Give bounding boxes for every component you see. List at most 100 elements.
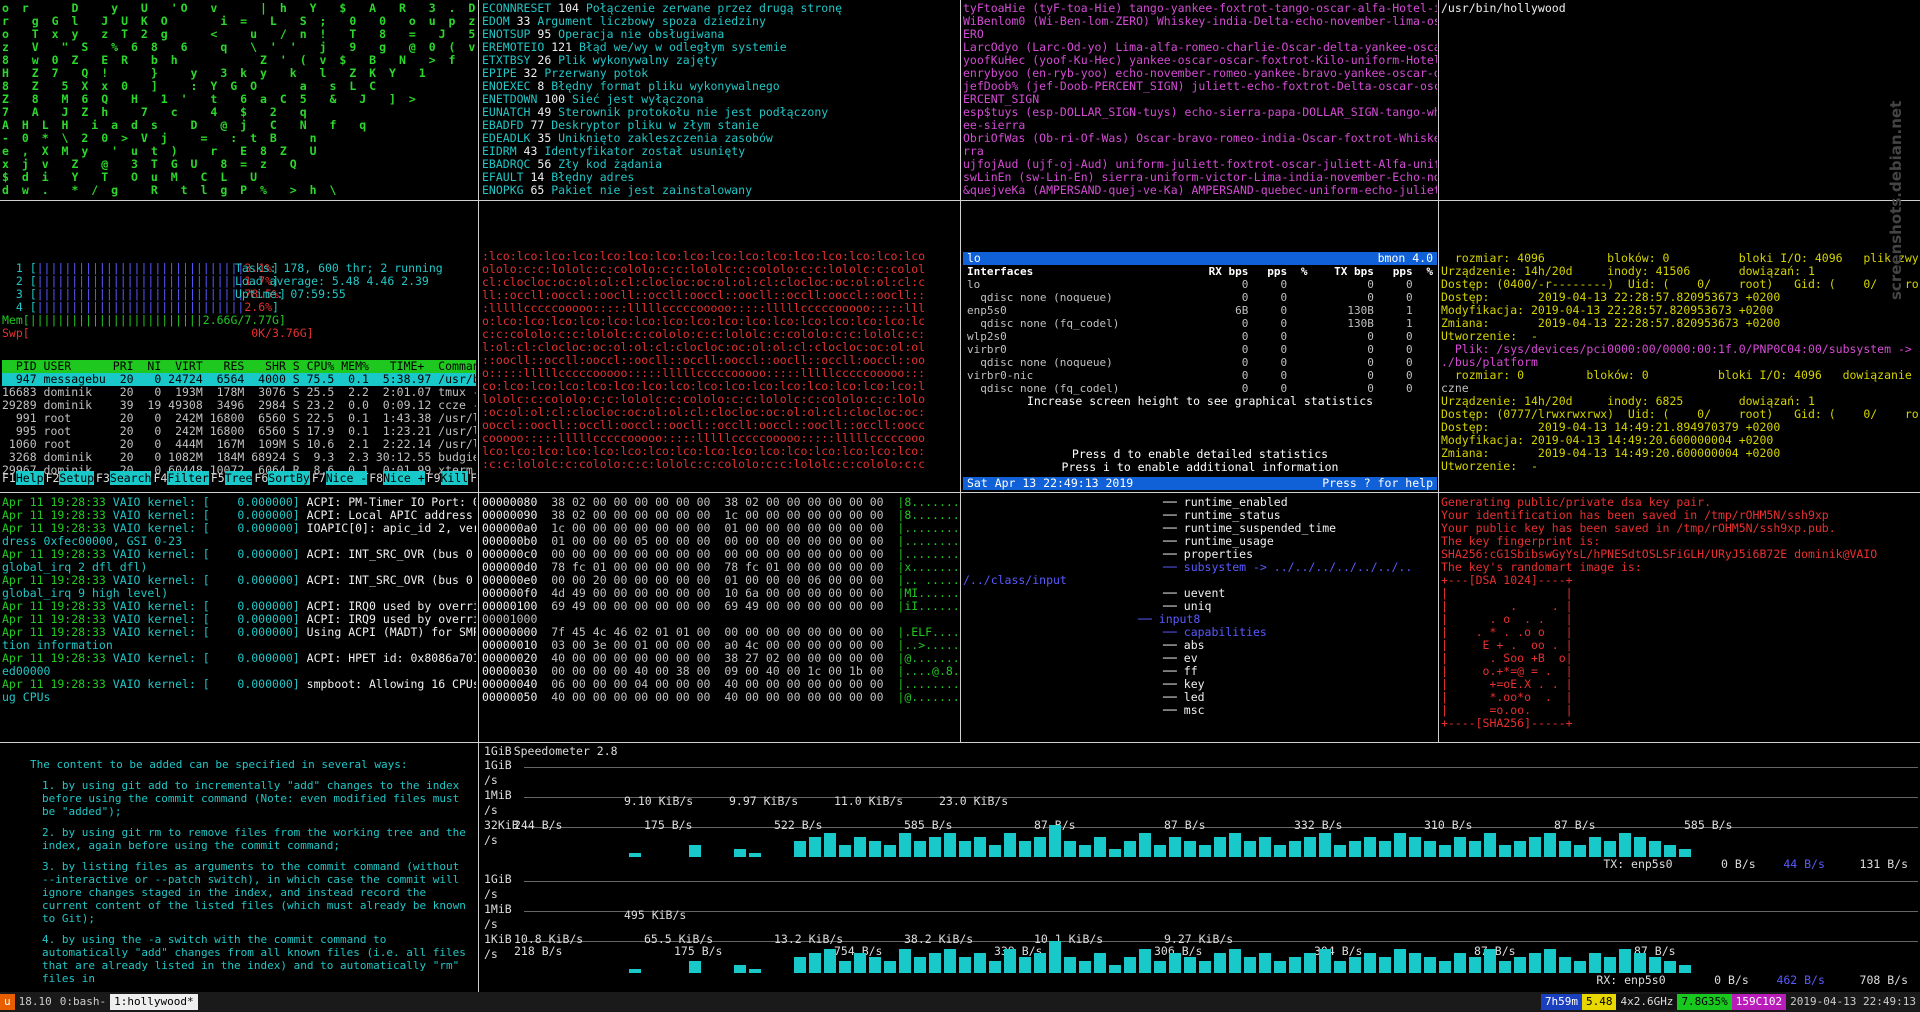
speed-bar — [1214, 837, 1226, 857]
bmon-row[interactable]: wlp2s0 0 0 0 0 — [963, 330, 1437, 343]
speed-bar — [1589, 837, 1601, 857]
errno-number: 65 — [530, 183, 552, 197]
htop-fkey-quit[interactable]: F10Quit — [470, 472, 476, 485]
hexdump-row: 00000050 40 00 00 00 00 00 00 00 40 00 0… — [482, 691, 958, 704]
htop-fkey-kill[interactable]: F9Kill — [426, 471, 469, 485]
nato-pane: tyFtoaHie (tyF-toa-Hie) tango-yankee-fox… — [963, 2, 1437, 198]
errno-code: EPIPE — [482, 66, 524, 80]
htop-fkey-nice[interactable]: F8Nice + — [369, 471, 425, 485]
errno-code: EFAULT — [482, 170, 531, 184]
speed-bar — [1274, 845, 1286, 857]
status-u: u — [0, 994, 15, 1010]
speed-bar — [794, 841, 806, 857]
nato-row: ObriOfWas (Ob-ri-Of-Was) Oscar-bravo-rom… — [963, 131, 1437, 145]
htop-fkey-setup[interactable]: F2Setup — [45, 471, 95, 485]
bmon-cell — [1291, 317, 1311, 330]
htop-function-keys[interactable]: F1Help F2Setup F3Search F4Filter F5Tree F6Sor… — [2, 471, 476, 485]
path-pane: /usr/bin/hollywood — [1441, 2, 1918, 198]
bmon-row[interactable]: qdisc none (fq_codel) 0 0 130B 1 — [963, 317, 1437, 330]
hex-bytes: 00 00 00 00 00 00 00 00 00 00 00 00 00 0… — [537, 547, 898, 561]
errno-message: Sieć jest wyłączona — [572, 92, 704, 106]
bmon-table[interactable]: Interfaces RX bps pps% TX bps pps% lo 0 0 0 0 qdi… — [963, 265, 1437, 395]
speedometer-tx-graph: 1GiB/s 1MiB/s 32KiB/s 9.10 KiB/s 9.97 KiB/s 1… — [484, 759, 1918, 871]
fkey-key: F9 — [426, 471, 441, 485]
htop-fkey-help[interactable]: F1Help — [2, 471, 44, 485]
hex-bytes: 01 00 00 00 05 00 00 00 00 00 00 00 00 0… — [537, 534, 898, 548]
bmon-help[interactable]: Press ? for help — [1322, 477, 1433, 490]
bmon-row[interactable]: virbr0 0 0 0 0 — [963, 343, 1437, 356]
hex-offset: 000000b0 — [482, 534, 538, 548]
dmesg-continuation: global_irq 2 dfl dfl) — [2, 560, 148, 574]
cpu-bar: |||||||||||||||||||||||||||||| — [36, 300, 245, 314]
errno-pane: ECONNRESET 104 Połączenie zerwane przez … — [482, 2, 958, 198]
speed-bar — [944, 833, 956, 857]
htop-fkey-sortby[interactable]: F6SortBy — [254, 471, 310, 485]
speed-scale-label: 1MiB — [484, 788, 512, 802]
speed-scale-label: 1KiB — [484, 932, 512, 946]
dmesg-timestamp: Apr 11 19:28:33 — [2, 521, 113, 535]
bmon-cell: 0 — [1280, 356, 1288, 369]
speed-bar — [959, 841, 971, 857]
speed-scale-label: /s — [484, 833, 498, 847]
speedometer-title: 1GiB Speedometer 2.8 — [484, 745, 618, 758]
speed-bar — [1034, 953, 1046, 973]
bmon-row[interactable]: enp5s0 6B 0 130B 1 — [963, 304, 1437, 317]
hex-offset: 000000d0 — [482, 560, 538, 574]
bmon-row[interactable]: qdisc none (noqueue) 0 0 0 0 — [963, 356, 1437, 369]
speed-current: 462 B/s — [1776, 973, 1860, 987]
speed-bar — [1379, 841, 1391, 857]
gitdoc-list: 1. by using git add to incrementally "ad… — [30, 779, 470, 985]
htop-fkey-filter[interactable]: F4Filter — [153, 471, 209, 485]
sshkey-pane: Generating public/private dsa key pair. Y… — [1441, 496, 1918, 740]
stat-pane: rozmiar: 4096 bloków: 0 bloki I/O: 4096 … — [1441, 252, 1918, 490]
bmon-col-header: pps — [1267, 265, 1288, 278]
bmon-cell: 0 — [1406, 356, 1413, 369]
fkey-key: F2 — [45, 471, 60, 485]
bmon-row[interactable]: qdisc none (noqueue) 0 0 0 0 — [963, 291, 1437, 304]
bmon-cell: 0 — [1367, 343, 1374, 356]
speed-bar — [629, 969, 641, 973]
htop-fkey-nice[interactable]: F7Nice - — [312, 471, 368, 485]
cpu-bar: |||||||||||||||||||||||||||||| — [36, 287, 245, 301]
speed-bar — [1664, 961, 1676, 973]
htop-fkey-tree[interactable]: F5Tree — [211, 471, 253, 485]
errno-message: Przerwany potok — [544, 66, 649, 80]
hex-offset: 00000050 — [482, 690, 538, 704]
bmon-cell — [1417, 317, 1437, 330]
bmon-title-bar: lo bmon 4.0 — [963, 252, 1437, 265]
speed-bar — [1409, 837, 1421, 857]
speed-bar — [1124, 957, 1136, 973]
dmesg-source: VAIO kernel: [ 0.000000] — [112, 521, 307, 535]
bmon-col-header: Interfaces — [967, 265, 1034, 278]
speed-scale-label: 1GiB — [484, 758, 512, 772]
bmon-cell: 0 — [1367, 356, 1374, 369]
hex-bytes: 69 49 00 00 00 00 00 00 69 49 00 00 00 0… — [537, 599, 898, 613]
speed-bar — [1139, 949, 1151, 973]
speed-bar — [749, 969, 761, 973]
dmesg-timestamp: Apr 11 19:28:33 — [2, 547, 113, 561]
sshkey-row: +----[SHA256]-----+ — [1441, 716, 1573, 730]
htop-fkey-search[interactable]: F3Search — [96, 471, 152, 485]
speed-bar — [1649, 957, 1661, 973]
errno-code: EDEADLK — [482, 131, 538, 145]
dmesg-timestamp: Apr 11 19:28:33 — [2, 508, 113, 522]
errno-code: ENETDOWN — [482, 92, 545, 106]
speed-bar — [1004, 833, 1016, 857]
bmon-row[interactable]: virbr0-nic 0 0 0 0 — [963, 369, 1437, 382]
speed-bar — [1304, 953, 1316, 973]
tree-item: ── msc — [963, 704, 1437, 717]
bmon-col-header: % — [1300, 265, 1308, 278]
htop-pane[interactable]: 1 [||||||||||||||||||||||||||||||3.1%] 2… — [2, 262, 476, 490]
tree-node: ── led — [1163, 690, 1205, 704]
errno-number: 28 — [530, 196, 551, 199]
speed-bar — [734, 965, 746, 973]
speed-bar — [1049, 941, 1061, 973]
speed-bar — [1664, 845, 1676, 857]
bmon-pane[interactable]: lo bmon 4.0 Interfaces RX bps pps% TX bps pps… — [963, 252, 1437, 490]
tmux-window-1[interactable]: 1:hollywood* — [110, 994, 198, 1010]
htop-process-list[interactable]: 947 messagebu 20 0 24724 6564 4000 S 75.… — [2, 373, 476, 477]
errno-code: ENOEXEC — [482, 79, 538, 93]
tmux-window-0[interactable]: 0:bash- — [56, 994, 110, 1010]
bmon-row[interactable]: lo 0 0 0 0 — [963, 278, 1437, 291]
errno-row: ENOSPC 28 Brak miejsca na urządzeniu — [482, 196, 958, 199]
